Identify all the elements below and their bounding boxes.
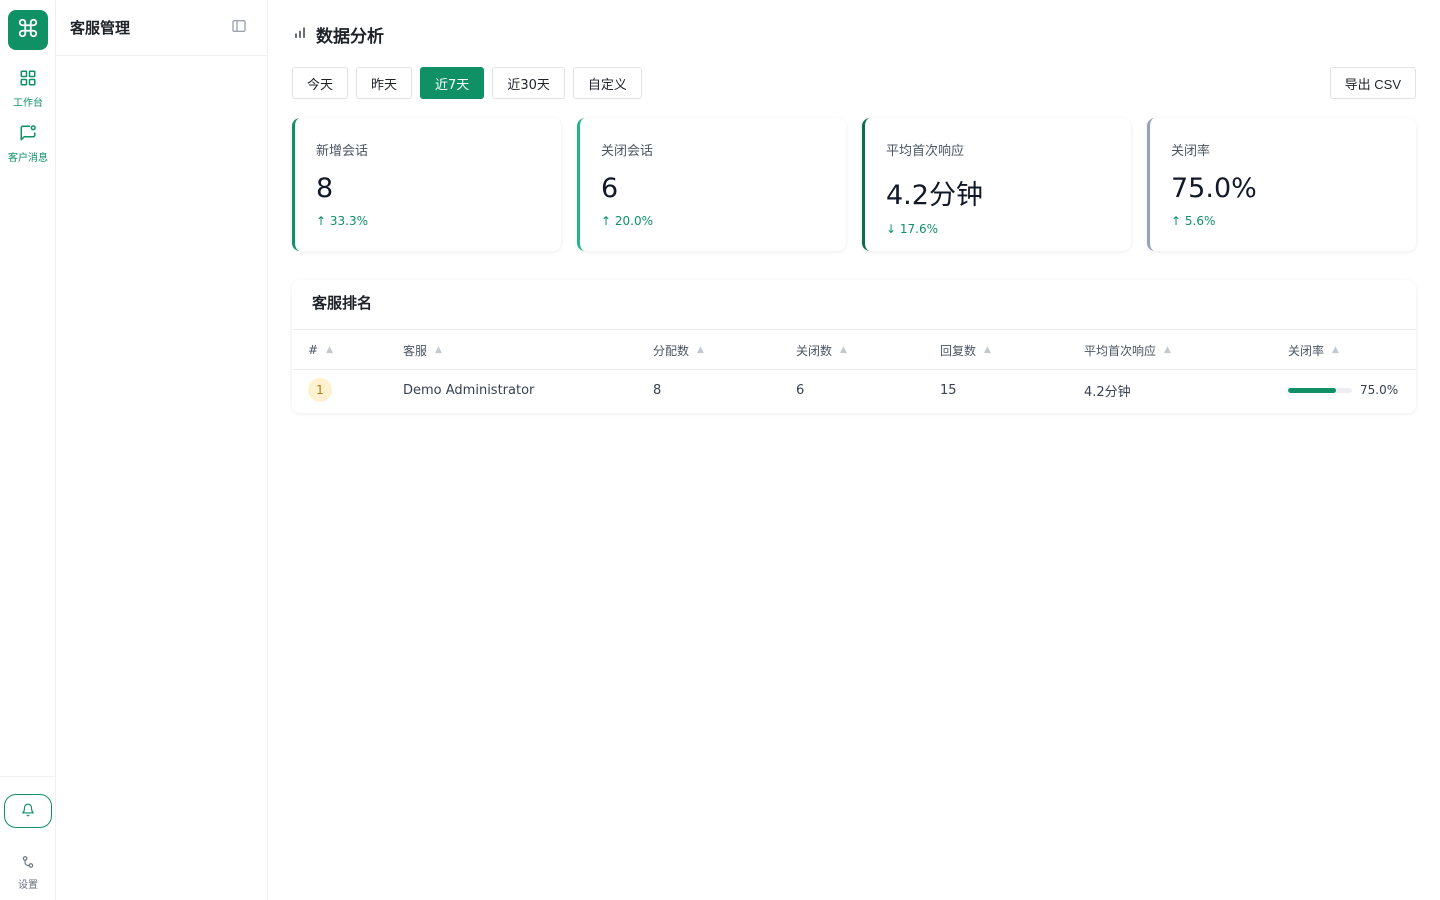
close-rate-cell: 75.0% (1288, 370, 1398, 410)
rail-item-label: 客户消息 (8, 153, 48, 164)
closed-cell: 6 (796, 382, 805, 398)
rail-divider (0, 776, 56, 777)
stat-card-closed-sessions: 关闭会话 6 ↑ 20.0% (577, 118, 846, 251)
side-panel: 客服管理 (56, 0, 268, 900)
sidebar-toggle-icon[interactable] (231, 18, 247, 38)
stat-delta: ↑ 20.0% (601, 214, 653, 228)
export-csv-button[interactable]: 导出 CSV (1329, 67, 1416, 99)
rank-badge: 1 (308, 378, 332, 402)
sort-icon: ▲ (840, 345, 847, 355)
rail-item-label: 工作台 (13, 98, 43, 109)
stat-title: 关闭率 (1171, 144, 1211, 159)
sort-icon: ▲ (1164, 345, 1171, 355)
stat-card-avg-first-response: 平均首次响应 4.2分钟 ↓ 17.6% (862, 118, 1131, 251)
column-label: 平均首次响应 (1084, 343, 1157, 358)
date-range-selector: 今天 昨天 近7天 近30天 自定义 (292, 67, 642, 99)
stat-value: 6 (601, 173, 619, 204)
range-yesterday-button[interactable]: 昨天 (356, 67, 413, 99)
assigned-cell: 8 (653, 382, 662, 398)
stat-title: 平均首次响应 (886, 144, 965, 159)
ranking-title: 客服排名 (292, 280, 1416, 330)
column-header-assigned[interactable]: 分配数 ▲ (653, 330, 704, 370)
table-row[interactable]: 1 Demo Administrator 8 6 15 4.2分钟 75.0% (292, 370, 1416, 410)
main-content: 数据分析 今天 昨天 近7天 近30天 自定义 导出 CSV 新增会话 8 ↑ … (268, 0, 1440, 900)
column-header-avg-response[interactable]: 平均首次响应 ▲ (1084, 330, 1171, 370)
column-label: 关闭数 (796, 343, 833, 358)
sort-icon: ▲ (697, 345, 704, 355)
bell-icon (21, 802, 35, 821)
rail-item-customer-messages[interactable]: 客户消息 (0, 124, 56, 164)
notification-button[interactable] (4, 794, 52, 828)
avg-response-cell: 4.2分钟 (1084, 384, 1131, 400)
stat-delta: ↑ 33.3% (316, 214, 368, 228)
stat-delta: ↓ 17.6% (886, 222, 938, 236)
chat-icon (18, 124, 38, 146)
range-today-button[interactable]: 今天 (292, 67, 349, 99)
rail-item-label: 设置 (18, 880, 38, 891)
column-label: # (308, 343, 319, 357)
rail-item-settings[interactable]: 设置 (0, 854, 56, 891)
grid-icon (19, 69, 37, 91)
close-rate-progress-bar (1288, 387, 1352, 393)
sort-icon: ▲ (435, 345, 442, 355)
panel-header: 客服管理 (56, 0, 267, 56)
range-7days-button[interactable]: 近7天 (420, 67, 485, 99)
app-logo[interactable] (8, 10, 48, 50)
agent-name-cell: Demo Administrator (403, 382, 535, 398)
column-header-replies[interactable]: 回复数 ▲ (940, 330, 991, 370)
replies-cell: 15 (940, 382, 957, 398)
stat-card-close-rate: 关闭率 75.0% ↑ 5.6% (1147, 118, 1416, 251)
rail-item-workbench[interactable]: 工作台 (0, 69, 56, 109)
column-header-close-rate[interactable]: 关闭率 ▲ (1288, 330, 1339, 370)
stat-value: 8 (316, 173, 334, 204)
stat-title: 新增会话 (316, 144, 369, 159)
column-label: 关闭率 (1288, 343, 1325, 358)
command-icon (17, 17, 39, 43)
bar-chart-icon (292, 24, 308, 45)
stat-title: 关闭会话 (601, 144, 654, 159)
range-custom-button[interactable]: 自定义 (572, 67, 642, 99)
page-title: 数据分析 (292, 22, 384, 47)
column-header-closed[interactable]: 关闭数 ▲ (796, 330, 847, 370)
sort-icon: ▲ (326, 345, 333, 355)
table-header: # ▲ 客服 ▲ 分配数 ▲ 关闭数 ▲ 回复数 ▲ 平均首次响应 ▲ 关闭率 ▲ (292, 330, 1416, 370)
column-header-rank[interactable]: # ▲ (308, 330, 333, 370)
icon-rail: 工作台 客户消息 设置 (0, 0, 56, 900)
agent-ranking-table: 客服排名 # ▲ 客服 ▲ 分配数 ▲ 关闭数 ▲ 回复数 ▲ 平均首次响应 ▲ 关闭率 ▲ … (292, 280, 1416, 413)
column-label: 分配数 (653, 343, 690, 358)
column-header-agent[interactable]: 客服 ▲ (403, 330, 442, 370)
close-rate-progress-fill (1288, 387, 1336, 393)
stat-value: 4.2分钟 (886, 180, 983, 211)
rank-cell: 1 (308, 370, 332, 410)
stat-cards: 新增会话 8 ↑ 33.3% 关闭会话 6 ↑ 20.0% 平均首次响应 4.2… (292, 118, 1416, 251)
panel-title: 客服管理 (70, 19, 131, 37)
stat-card-new-sessions: 新增会话 8 ↑ 33.3% (292, 118, 561, 251)
page-title-text: 数据分析 (316, 27, 384, 47)
sort-icon: ▲ (984, 345, 991, 355)
column-label: 回复数 (940, 343, 977, 358)
column-label: 客服 (403, 343, 428, 358)
settings-icon (21, 854, 35, 873)
stat-delta: ↑ 5.6% (1171, 214, 1216, 228)
sort-icon: ▲ (1332, 345, 1339, 355)
stat-value: 75.0% (1171, 173, 1257, 204)
close-rate-value: 75.0% (1360, 383, 1399, 397)
range-30days-button[interactable]: 近30天 (492, 67, 565, 99)
